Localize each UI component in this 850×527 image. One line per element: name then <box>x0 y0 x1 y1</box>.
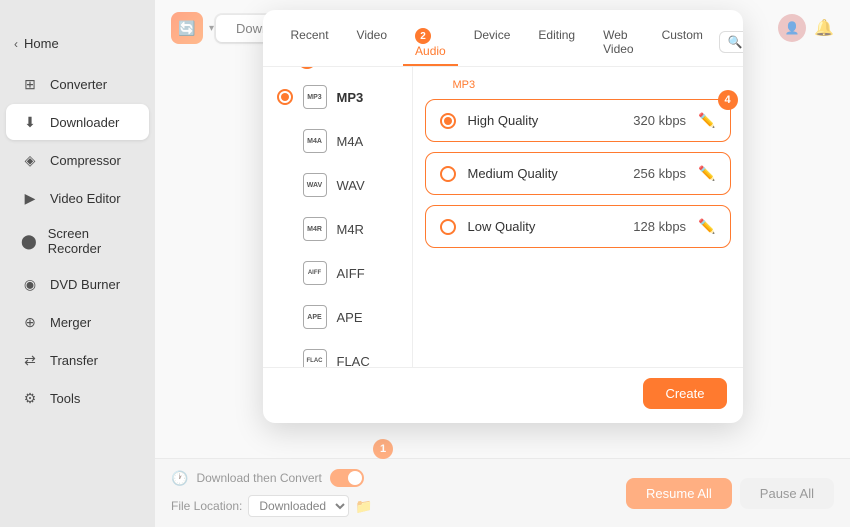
mp3-label: MP3 <box>337 90 364 105</box>
sidebar: ‹ Home ⊞ Converter ⬇ Downloader ◈ Compre… <box>0 0 155 527</box>
medium-quality-edit-icon[interactable]: ✏️ <box>698 165 715 182</box>
quality-item-high[interactable]: 4 High Quality 320 kbps ✏️ <box>425 99 731 142</box>
sidebar-label-transfer: Transfer <box>50 353 98 368</box>
tab-web-video[interactable]: Web Video <box>591 22 645 66</box>
format-item-flac[interactable]: FLAC FLAC <box>263 339 412 367</box>
sidebar-item-screen-recorder[interactable]: ⬤ Screen Recorder <box>6 218 149 264</box>
tab-editing[interactable]: Editing <box>526 22 587 66</box>
format-modal: Recent Video 2Audio Device Editing Web V… <box>263 10 743 423</box>
m4a-label: M4A <box>337 134 364 149</box>
quality-item-low[interactable]: Low Quality 128 kbps ✏️ <box>425 205 731 248</box>
ape-label: APE <box>337 310 363 325</box>
tab-video[interactable]: Video <box>345 22 399 66</box>
home-label: Home <box>24 36 59 51</box>
converter-icon: ⊞ <box>20 74 40 94</box>
sidebar-item-converter[interactable]: ⊞ Converter <box>6 66 149 102</box>
ape-icon: APE <box>303 305 327 329</box>
badge-4: 4 <box>718 90 738 110</box>
format-item-ape[interactable]: APE APE <box>263 295 412 339</box>
video-editor-icon: ▶ <box>20 188 40 208</box>
tab-audio[interactable]: 2Audio <box>403 22 458 66</box>
tab-recent[interactable]: Recent <box>279 22 341 66</box>
screen-recorder-icon: ⬤ <box>20 231 38 251</box>
format-item-m4a[interactable]: M4A M4A <box>263 119 412 163</box>
low-quality-edit-icon[interactable]: ✏️ <box>698 218 715 235</box>
sidebar-item-dvd-burner[interactable]: ◉ DVD Burner <box>6 266 149 302</box>
wav-icon: WAV <box>303 173 327 197</box>
search-icon: 🔍 <box>728 35 743 49</box>
quality-item-medium[interactable]: Medium Quality 256 kbps ✏️ <box>425 152 731 195</box>
format-tab-bar: Recent Video 2Audio Device Editing Web V… <box>263 10 743 67</box>
mp3-radio <box>277 89 293 105</box>
format-item-mp3[interactable]: 3 MP3 MP3 <box>263 75 412 119</box>
home-nav[interactable]: ‹ Home <box>0 30 155 57</box>
high-quality-edit-icon[interactable]: ✏️ <box>698 112 715 129</box>
sidebar-label-converter: Converter <box>50 77 107 92</box>
high-quality-radio <box>440 113 456 129</box>
wav-label: WAV <box>337 178 365 193</box>
aiff-label: AIFF <box>337 266 365 281</box>
modal-body: 3 MP3 MP3 M4A M4A WAV WAV <box>263 67 743 367</box>
dvd-burner-icon: ◉ <box>20 274 40 294</box>
merger-icon: ⊕ <box>20 312 40 332</box>
compressor-icon: ◈ <box>20 150 40 170</box>
sidebar-item-compressor[interactable]: ◈ Compressor <box>6 142 149 178</box>
quality-panel: MP3 4 High Quality 320 kbps ✏️ Medium Qu… <box>413 67 743 367</box>
m4a-icon: M4A <box>303 129 327 153</box>
sidebar-label-tools: Tools <box>50 391 80 406</box>
sidebar-label-downloader: Downloader <box>50 115 119 130</box>
low-quality-radio <box>440 219 456 235</box>
sidebar-label-video-editor: Video Editor <box>50 191 121 206</box>
m4r-icon: M4R <box>303 217 327 241</box>
medium-quality-name: Medium Quality <box>468 166 634 181</box>
home-icon: ‹ <box>14 37 18 51</box>
tab-device[interactable]: Device <box>462 22 523 66</box>
sidebar-label-screen-recorder: Screen Recorder <box>48 226 135 256</box>
sidebar-label-merger: Merger <box>50 315 91 330</box>
mp3-quality-label: MP3 <box>425 79 731 99</box>
badge-3: 3 <box>297 67 317 69</box>
format-list: 3 MP3 MP3 M4A M4A WAV WAV <box>263 67 413 367</box>
low-quality-name: Low Quality <box>468 219 634 234</box>
tab-custom[interactable]: Custom <box>650 22 715 66</box>
flac-icon: FLAC <box>303 349 327 367</box>
modal-footer: Create <box>263 367 743 423</box>
sidebar-item-merger[interactable]: ⊕ Merger <box>6 304 149 340</box>
transfer-icon: ⇄ <box>20 350 40 370</box>
create-button[interactable]: Create <box>643 378 726 409</box>
badge-2: 2 <box>415 28 431 44</box>
medium-quality-radio <box>440 166 456 182</box>
m4r-label: M4R <box>337 222 364 237</box>
flac-label: FLAC <box>337 354 370 368</box>
format-item-m4r[interactable]: M4R M4R <box>263 207 412 251</box>
modal-overlay: Recent Video 2Audio Device Editing Web V… <box>155 0 850 527</box>
sidebar-item-transfer[interactable]: ⇄ Transfer <box>6 342 149 378</box>
high-quality-name: High Quality <box>468 113 634 128</box>
format-item-wav[interactable]: WAV WAV <box>263 163 412 207</box>
sidebar-label-dvd-burner: DVD Burner <box>50 277 120 292</box>
sidebar-label-compressor: Compressor <box>50 153 121 168</box>
aiff-icon: AIFF <box>303 261 327 285</box>
sidebar-item-downloader[interactable]: ⬇ Downloader <box>6 104 149 140</box>
high-quality-kbps: 320 kbps <box>633 113 686 128</box>
main-content: 🔄 ▾ Downloading Finished High Speed Down… <box>155 0 850 527</box>
tools-icon: ⚙ <box>20 388 40 408</box>
low-quality-kbps: 128 kbps <box>633 219 686 234</box>
downloader-icon: ⬇ <box>20 112 40 132</box>
sidebar-item-tools[interactable]: ⚙ Tools <box>6 380 149 416</box>
sidebar-item-video-editor[interactable]: ▶ Video Editor <box>6 180 149 216</box>
mp3-icon: MP3 <box>303 85 327 109</box>
medium-quality-kbps: 256 kbps <box>633 166 686 181</box>
format-item-aiff[interactable]: AIFF AIFF <box>263 251 412 295</box>
